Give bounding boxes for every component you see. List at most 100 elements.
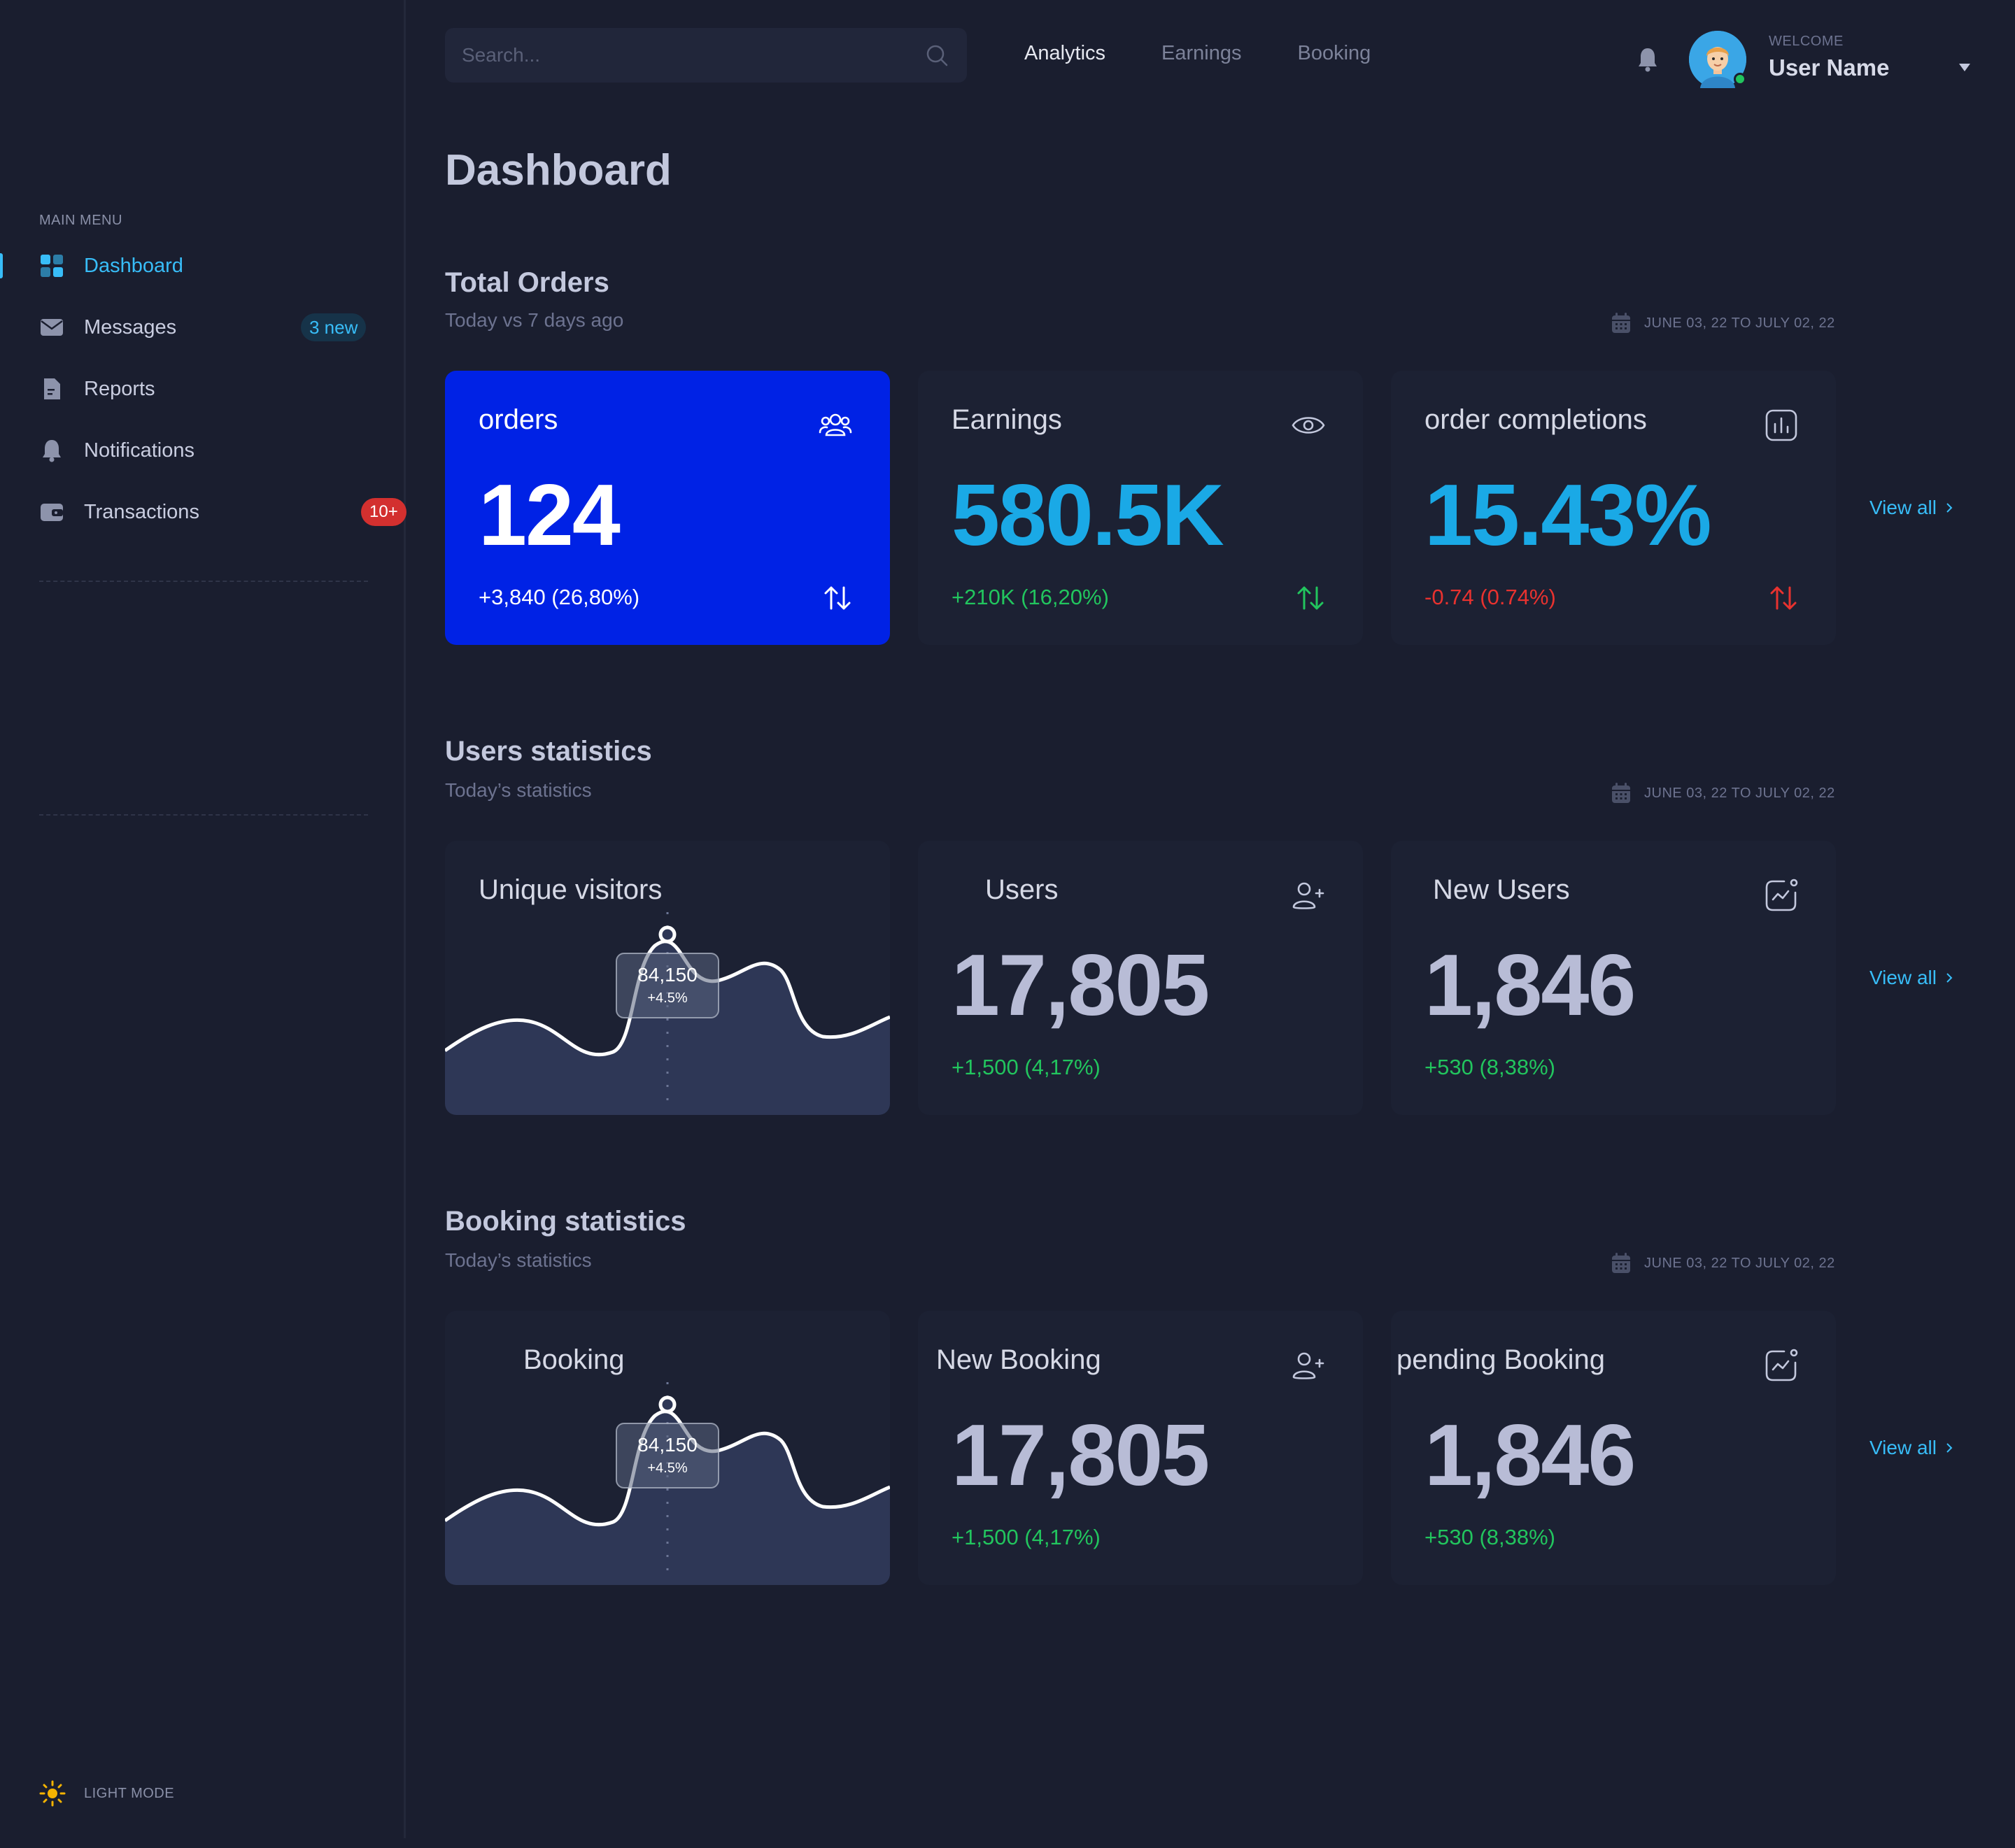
chevron-right-icon — [1946, 973, 1953, 983]
users-group-icon — [819, 413, 852, 436]
date-range-text: JUNE 03, 22 TO JULY 02, 22 — [1644, 315, 1835, 331]
pending-booking-value: 1,846 — [1424, 1407, 1636, 1504]
earnings-delta: +210K (16,20%) — [952, 585, 1109, 609]
sort-arrows-icon — [1297, 586, 1324, 610]
card-title: orders — [479, 404, 558, 435]
tab-earnings[interactable]: Earnings — [1161, 42, 1241, 65]
order-completions-card[interactable]: order completions 15.43% -0.74 (0.74%) — [1391, 371, 1836, 645]
orders-card[interactable]: orders 124 +3,840 (26,80%) — [445, 371, 890, 645]
view-all-label: View all — [1869, 1437, 1937, 1458]
new-booking-value: 17,805 — [952, 1407, 1210, 1504]
tab-analytics[interactable]: Analytics — [1024, 42, 1105, 65]
sidebar-item-transactions[interactable]: Transactions 10+ — [0, 491, 406, 533]
chart-tooltip: 84,150 +4.5% — [616, 1423, 719, 1488]
new-users-delta: +530 (8,38%) — [1424, 1055, 1555, 1079]
sort-arrows-icon — [824, 586, 851, 610]
sidebar-divider — [39, 581, 368, 582]
card-title: Users — [985, 874, 1059, 905]
orders-delta: +3,840 (26,80%) — [479, 585, 640, 609]
notification-bell-icon[interactable] — [1636, 46, 1660, 73]
sidebar-item-label: Dashboard — [84, 254, 183, 277]
chart-tooltip: 84,150 +4.5% — [616, 953, 719, 1018]
unique-visitors-card[interactable]: Unique visitors 84,150 +4.5% — [445, 841, 890, 1115]
document-icon — [44, 378, 60, 399]
sidebar-item-reports[interactable]: Reports — [0, 368, 406, 410]
section-title-users-statistics: Users statistics — [445, 736, 652, 767]
section-title-booking-statistics: Booking statistics — [445, 1206, 686, 1237]
active-indicator — [0, 253, 3, 278]
users-value: 17,805 — [952, 937, 1210, 1034]
chevron-right-icon — [1946, 1443, 1953, 1453]
date-range[interactable]: JUNE 03, 22 TO JULY 02, 22 — [1611, 312, 1835, 334]
date-range[interactable]: JUNE 03, 22 TO JULY 02, 22 — [1611, 1252, 1835, 1274]
eye-icon — [1292, 417, 1325, 434]
card-title: New Users — [1433, 874, 1570, 905]
trend-notification-icon — [1765, 879, 1798, 911]
user-name: User Name — [1769, 55, 1890, 80]
new-users-value: 1,846 — [1424, 937, 1636, 1034]
card-title: order completions — [1424, 404, 1647, 435]
chevron-down-icon[interactable] — [1958, 62, 1972, 73]
sidebar-item-messages[interactable]: Messages 3 new — [0, 306, 406, 348]
search-box — [445, 28, 967, 83]
messages-badge: 3 new — [301, 313, 367, 341]
tooltip-value: 84,150 — [637, 1434, 698, 1456]
pending-booking-card[interactable]: pending Booking 1,846 +530 (8,38%) — [1391, 1311, 1836, 1585]
sidebar-item-label: Transactions — [84, 500, 199, 523]
new-booking-card[interactable]: New Booking 17,805 +1,500 (4,17%) — [918, 1311, 1363, 1585]
chevron-right-icon — [1946, 503, 1953, 513]
online-status-dot — [1734, 73, 1746, 85]
tooltip-delta: +4.5% — [647, 1460, 688, 1476]
date-range[interactable]: JUNE 03, 22 TO JULY 02, 22 — [1611, 782, 1835, 804]
card-title: New Booking — [936, 1344, 1101, 1375]
new-users-card[interactable]: New Users 1,846 +530 (8,38%) — [1391, 841, 1836, 1115]
page-title: Dashboard — [445, 146, 672, 194]
calendar-icon — [1612, 783, 1630, 803]
card-title: Earnings — [952, 404, 1062, 435]
main-menu-title: MAIN MENU — [39, 213, 122, 228]
users-card[interactable]: Users 17,805 +1,500 (4,17%) — [918, 841, 1363, 1115]
trend-notification-icon — [1765, 1349, 1798, 1381]
earnings-card[interactable]: Earnings 580.5K +210K (16,20%) — [918, 371, 1363, 645]
light-mode-label: LIGHT MODE — [84, 1785, 175, 1801]
tooltip-delta: +4.5% — [647, 990, 688, 1006]
avatar[interactable] — [1689, 31, 1746, 88]
view-all-link[interactable]: View all — [1869, 967, 1953, 989]
bell-icon — [43, 440, 61, 462]
booking-chart-card[interactable]: Booking 84,150 +4.5% — [445, 1311, 890, 1585]
view-all-link[interactable]: View all — [1869, 497, 1953, 519]
tab-booking[interactable]: Booking — [1298, 42, 1371, 65]
sidebar: MAIN MENU Dashboard Messages 3 new Repor… — [0, 0, 406, 1838]
sidebar-item-label: Reports — [84, 377, 155, 400]
view-all-link[interactable]: View all — [1869, 1437, 1953, 1459]
date-range-text: JUNE 03, 22 TO JULY 02, 22 — [1644, 785, 1835, 801]
pending-booking-delta: +530 (8,38%) — [1424, 1525, 1555, 1549]
top-nav: Analytics Earnings Booking — [1024, 42, 1427, 65]
users-delta: +1,500 (4,17%) — [952, 1055, 1101, 1079]
search-input[interactable] — [462, 28, 910, 83]
section-subtitle: Today’s statistics — [445, 1249, 592, 1271]
search-icon[interactable] — [925, 43, 949, 67]
card-title: pending Booking — [1397, 1344, 1606, 1375]
view-all-label: View all — [1869, 497, 1937, 518]
sort-arrows-icon — [1770, 586, 1797, 610]
earnings-value: 580.5K — [952, 467, 1224, 564]
user-add-icon — [1292, 882, 1324, 909]
sidebar-divider — [39, 814, 368, 816]
orders-value: 124 — [479, 467, 621, 564]
light-mode-toggle[interactable]: LIGHT MODE — [39, 1780, 174, 1807]
sidebar-item-dashboard[interactable]: Dashboard — [0, 245, 406, 287]
sun-icon — [39, 1780, 66, 1807]
section-subtitle: Today’s statistics — [445, 779, 592, 801]
wallet-icon — [41, 504, 63, 521]
sidebar-item-label: Messages — [84, 315, 177, 339]
calendar-icon — [1612, 1253, 1630, 1273]
order-completions-value: 15.43% — [1424, 467, 1712, 564]
grid-icon — [41, 255, 63, 277]
new-booking-delta: +1,500 (4,17%) — [952, 1525, 1101, 1549]
section-subtitle: Today vs 7 days ago — [445, 309, 624, 331]
sidebar-item-notifications[interactable]: Notifications — [0, 429, 406, 471]
section-title-total-orders: Total Orders — [445, 267, 609, 298]
date-range-text: JUNE 03, 22 TO JULY 02, 22 — [1644, 1255, 1835, 1271]
tooltip-value: 84,150 — [637, 964, 698, 986]
